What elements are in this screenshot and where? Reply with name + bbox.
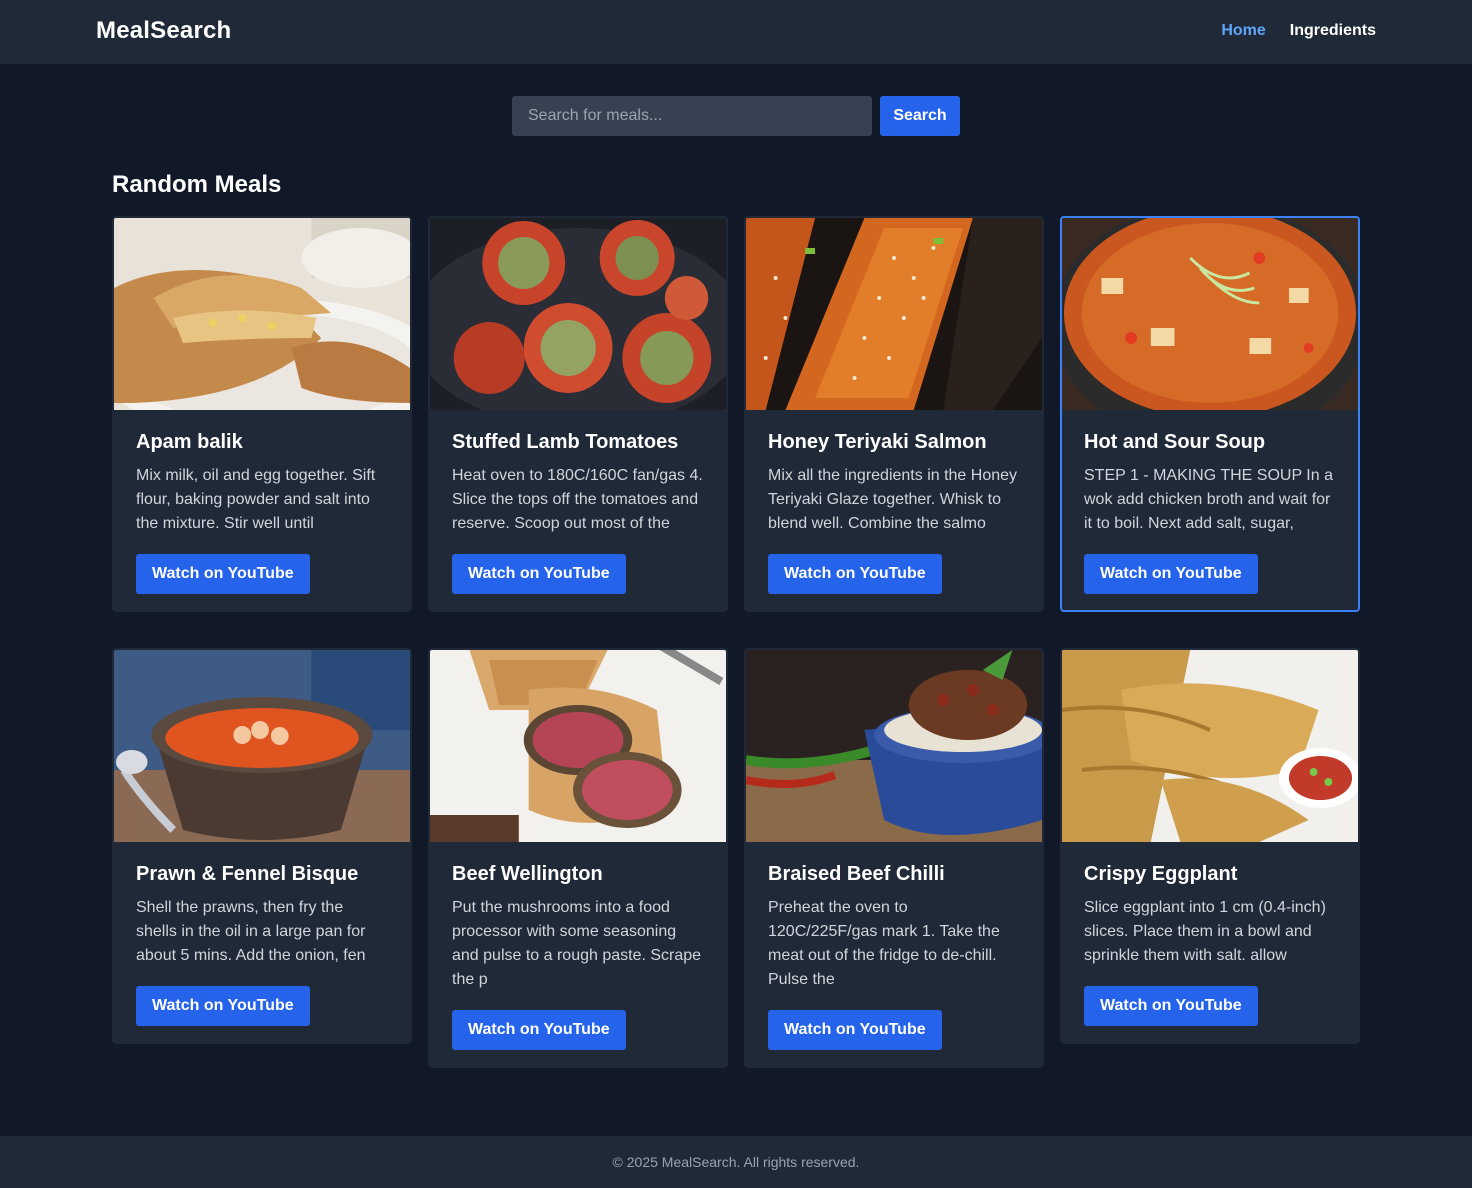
meal-image[interactable] [746,650,1042,842]
meal-image[interactable] [430,650,726,842]
meal-title: Braised Beef Chilli [768,863,945,885]
nav-link-ingredients[interactable]: Ingredients [1290,22,1376,40]
glazed-salmon-image [746,218,1042,410]
meal-image[interactable] [1062,218,1358,410]
meal-description: Put the mushrooms into a food processor … [452,899,702,988]
chilli-bowl-image [746,650,1042,842]
meal-description: STEP 1 - MAKING THE SOUP In a wok add ch… [1084,467,1333,532]
meal-image[interactable] [746,218,1042,410]
meal-description: Shell the prawns, then fry the shells in… [136,899,366,964]
meal-description: Preheat the oven to 120C/225F/gas mark 1… [768,899,1000,988]
meal-title: Apam balik [136,431,243,453]
navbar: MealSearch Home Ingredients [0,0,1472,64]
meal-title: Honey Teriyaki Salmon [768,431,987,453]
watch-youtube-button[interactable]: Watch on YouTube [768,554,942,594]
meal-card[interactable]: Hot and Sour Soup STEP 1 - MAKING THE SO… [1060,216,1360,612]
watch-youtube-button[interactable]: Watch on YouTube [1084,986,1258,1026]
watch-youtube-button[interactable]: Watch on YouTube [452,554,626,594]
search-input[interactable] [512,96,872,136]
section-title: Random Meals [112,171,282,198]
meal-card[interactable]: Crispy Eggplant Slice eggplant into 1 cm… [1060,648,1360,1044]
watch-youtube-button[interactable]: Watch on YouTube [768,1010,942,1050]
beef-wellington-image [430,650,726,842]
meal-grid: Apam balik Mix milk, oil and egg togethe… [112,216,1360,1068]
meal-title: Hot and Sour Soup [1084,431,1266,453]
meal-image[interactable] [114,650,410,842]
meal-description: Mix all the ingredients in the Honey Ter… [768,467,1018,532]
meal-description: Mix milk, oil and egg together. Sift flo… [136,467,376,532]
meal-title: Beef Wellington [452,863,603,885]
brand-logo[interactable]: MealSearch [96,17,231,45]
search-button[interactable]: Search [880,96,960,136]
watch-youtube-button[interactable]: Watch on YouTube [136,554,310,594]
meal-card[interactable]: Stuffed Lamb Tomatoes Heat oven to 180C/… [428,216,728,612]
meal-description: Slice eggplant into 1 cm (0.4-inch) slic… [1084,899,1326,964]
folded-pancake-image [114,218,410,410]
nav-links: Home Ingredients [1221,22,1376,40]
fried-eggplant-image [1062,650,1358,842]
copyright-text: © 2025 MealSearch. All rights reserved. [612,1154,860,1170]
meal-title: Prawn & Fennel Bisque [136,863,359,885]
meal-description: Heat oven to 180C/160C fan/gas 4. Slice … [452,467,703,532]
meal-card[interactable]: Honey Teriyaki Salmon Mix all the ingred… [744,216,1044,612]
watch-youtube-button[interactable]: Watch on YouTube [452,1010,626,1050]
search-bar: Search [512,96,960,136]
meal-image[interactable] [1062,650,1358,842]
meal-image[interactable] [430,218,726,410]
meal-card[interactable]: Braised Beef Chilli Preheat the oven to … [744,648,1044,1068]
watch-youtube-button[interactable]: Watch on YouTube [136,986,310,1026]
nav-link-home[interactable]: Home [1221,22,1265,40]
stuffed-tomatoes-image [430,218,726,410]
meal-card[interactable]: Apam balik Mix milk, oil and egg togethe… [112,216,412,612]
watch-youtube-button[interactable]: Watch on YouTube [1084,554,1258,594]
soup-bowl-image [1062,218,1358,410]
meal-card[interactable]: Beef Wellington Put the mushrooms into a… [428,648,728,1068]
footer: © 2025 MealSearch. All rights reserved. [0,1136,1472,1188]
meal-title: Crispy Eggplant [1084,863,1238,885]
meal-image[interactable] [114,218,410,410]
meal-title: Stuffed Lamb Tomatoes [452,431,679,453]
meal-card[interactable]: Prawn & Fennel Bisque Shell the prawns, … [112,648,412,1044]
bisque-bowl-image [114,650,410,842]
